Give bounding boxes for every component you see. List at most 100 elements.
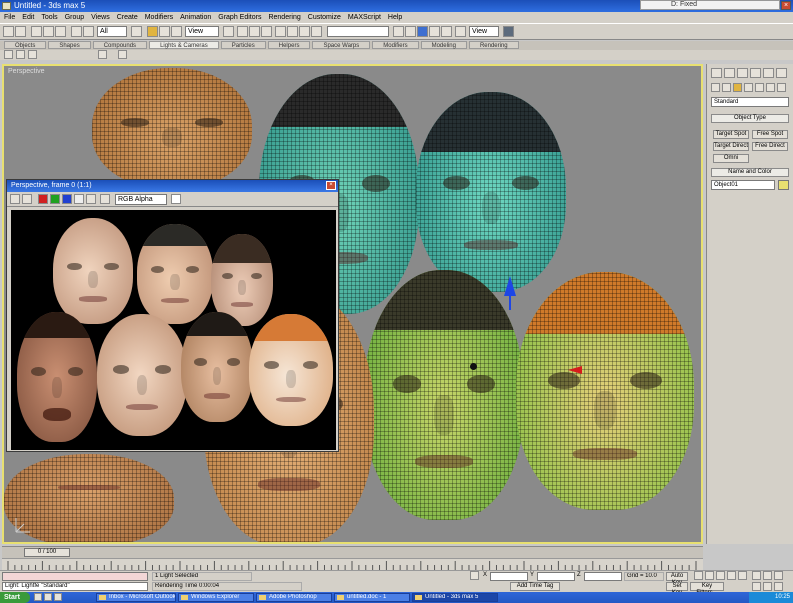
tab-compounds[interactable]: Compounds [92,41,148,49]
red-channel-icon[interactable] [38,194,48,204]
space-warps-icon[interactable] [766,83,775,92]
go-to-end-icon[interactable] [738,571,747,580]
viewport-label[interactable]: Perspective [8,68,45,75]
next-frame-icon[interactable] [727,571,736,580]
schematic-view-icon[interactable] [429,26,440,37]
auto-key-button[interactable]: Auto Key [666,572,688,586]
display-panel-icon[interactable] [763,68,774,78]
menu-views[interactable]: Views [91,12,110,23]
object-name-field[interactable]: Object01 [711,180,775,190]
alpha-channel-icon[interactable] [74,194,84,204]
menu-create[interactable]: Create [117,12,138,23]
mirror-icon[interactable] [393,26,404,37]
free-camera-icon[interactable] [118,50,127,59]
color-swatch[interactable] [171,194,181,204]
menu-modifiers[interactable]: Modifiers [145,12,173,23]
hierarchy-panel-icon[interactable] [737,68,748,78]
taskbar-item-photoshop[interactable]: Adobe Photoshop [256,593,332,602]
monochrome-icon[interactable] [86,194,96,204]
target-direct-button[interactable]: Target Direct [713,142,749,151]
reference-coordinate-dropdown[interactable]: View [185,26,219,37]
play-icon[interactable] [716,571,725,580]
key-filters-button[interactable]: Key Filters... [690,582,724,596]
motion-panel-icon[interactable] [750,68,761,78]
track-view-icon[interactable] [417,26,428,37]
background-window-peek[interactable]: D: Fixed [640,0,780,10]
render-window-close-icon[interactable]: × [326,181,336,190]
transform-gizmo[interactable] [494,276,594,386]
tab-objects[interactable]: Objects [4,41,47,49]
angle-snap-icon[interactable] [287,26,298,37]
name-color-rollout[interactable]: Name and Color [711,168,789,177]
head-mesh-teal-female[interactable] [416,92,566,292]
snap-toggle-icon[interactable] [275,26,286,37]
add-time-tag-button[interactable]: Add Time Tag [510,582,560,591]
tab-rendering[interactable]: Rendering [468,41,519,49]
undo-icon[interactable] [3,26,14,37]
menu-graph-editors[interactable]: Graph Editors [218,12,261,23]
cameras-icon[interactable] [744,83,753,92]
select-rotate-icon[interactable] [159,26,170,37]
close-icon[interactable]: × [781,1,791,10]
track-bar[interactable] [2,558,703,570]
green-channel-icon[interactable] [50,194,60,204]
maxscript-listener-line[interactable] [2,572,148,581]
tab-modifiers[interactable]: Modifiers [372,41,419,49]
free-spot-icon[interactable] [16,50,25,59]
zoom-icon[interactable] [763,571,772,580]
select-link-icon[interactable] [31,26,42,37]
gizmo-z-axis[interactable] [509,296,511,310]
menu-maxscript[interactable]: MAXScript [348,12,381,23]
gizmo-x-arrow[interactable] [568,366,582,374]
tab-modeling[interactable]: Modeling [420,41,467,49]
select-by-name-icon[interactable] [131,26,142,37]
light-target-marker[interactable] [470,363,477,370]
time-slider[interactable]: 0 / 100 [2,546,703,558]
object-color-swatch[interactable] [778,180,789,190]
material-editor-icon[interactable] [441,26,452,37]
frame-indicator[interactable]: 0 / 100 [24,548,70,557]
z-coordinate-field[interactable] [584,572,622,581]
rendered-frame-window[interactable]: Perspective, frame 0 (1:1) × RGB Alpha [6,179,339,452]
quick-launch-outlook-icon[interactable] [44,593,52,601]
head-mesh-orange[interactable] [92,68,252,188]
render-scene-icon[interactable] [455,26,466,37]
taskbar-item-explorer[interactable]: Windows Explorer [178,593,254,602]
axis-y-icon[interactable] [249,26,260,37]
redo-icon[interactable] [15,26,26,37]
save-bitmap-icon[interactable] [10,194,20,204]
utilities-panel-icon[interactable] [776,68,787,78]
taskbar-item-outlook[interactable]: Inbox - Microsoft Outlook [96,593,176,602]
axis-z-icon[interactable] [261,26,272,37]
omni-light-icon[interactable] [28,50,37,59]
start-button[interactable]: Start [0,592,30,603]
align-icon[interactable] [405,26,416,37]
tab-helpers[interactable]: Helpers [267,41,311,49]
percent-snap-icon[interactable] [299,26,310,37]
tab-lights-cameras[interactable]: Lights & Cameras [149,41,219,49]
render-window-title-bar[interactable]: Perspective, frame 0 (1:1) × [7,180,338,192]
select-move-icon[interactable] [147,26,158,37]
field-of-view-icon[interactable] [752,582,761,591]
taskbar-item-3dsmax[interactable]: Untitled - 3ds max 5 [412,593,498,602]
channel-display-dropdown[interactable]: RGB Alpha [115,194,167,205]
axis-x-icon[interactable] [237,26,248,37]
tab-shapes[interactable]: Shapes [48,41,91,49]
menu-customize[interactable]: Customize [308,12,341,23]
free-direct-button[interactable]: Free Direct [752,142,788,151]
select-region-icon[interactable] [83,26,94,37]
gizmo-z-arrow[interactable] [504,276,516,296]
quick-launch-desktop-icon[interactable] [54,593,62,601]
set-key-button[interactable]: Set Key [666,582,688,596]
helpers-icon[interactable] [755,83,764,92]
go-to-start-icon[interactable] [694,571,703,580]
camera-icon[interactable] [98,50,107,59]
free-spot-button[interactable]: Free Spot [752,130,788,139]
menu-rendering[interactable]: Rendering [268,12,300,23]
blue-channel-icon[interactable] [62,194,72,204]
menu-group[interactable]: Group [65,12,84,23]
y-coordinate-field[interactable] [537,572,575,581]
zoom-extents-icon[interactable] [763,582,772,591]
category-dropdown[interactable]: Standard [711,97,789,107]
quick-launch-ie-icon[interactable] [34,593,42,601]
